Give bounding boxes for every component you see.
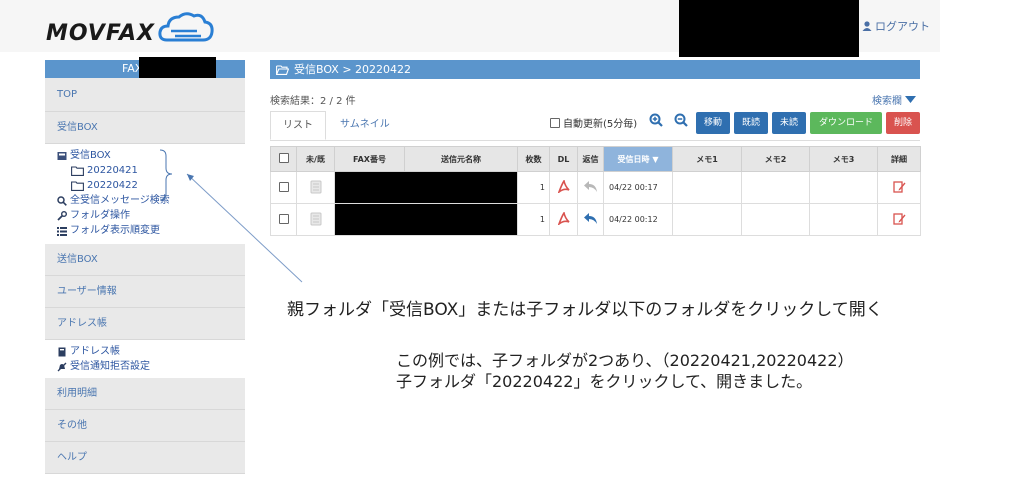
annotation-note-line: 子フォルダ「20220422」をクリックして、開きました。 xyxy=(396,372,813,391)
annotation-pointer-line xyxy=(186,173,303,283)
annotation-note-line: この例では、子フォルダが2つあり、（20220421,20220422） xyxy=(396,351,854,370)
annotation-main-text: 親フォルダ「受信BOX」または子フォルダ以下のフォルダをクリックして開く xyxy=(287,300,883,320)
folder-bracket xyxy=(159,149,173,201)
annotation-note: この例では、子フォルダが2つあり、（20220421,20220422） 子フォ… xyxy=(396,350,854,392)
annotation-overlay xyxy=(159,149,303,283)
